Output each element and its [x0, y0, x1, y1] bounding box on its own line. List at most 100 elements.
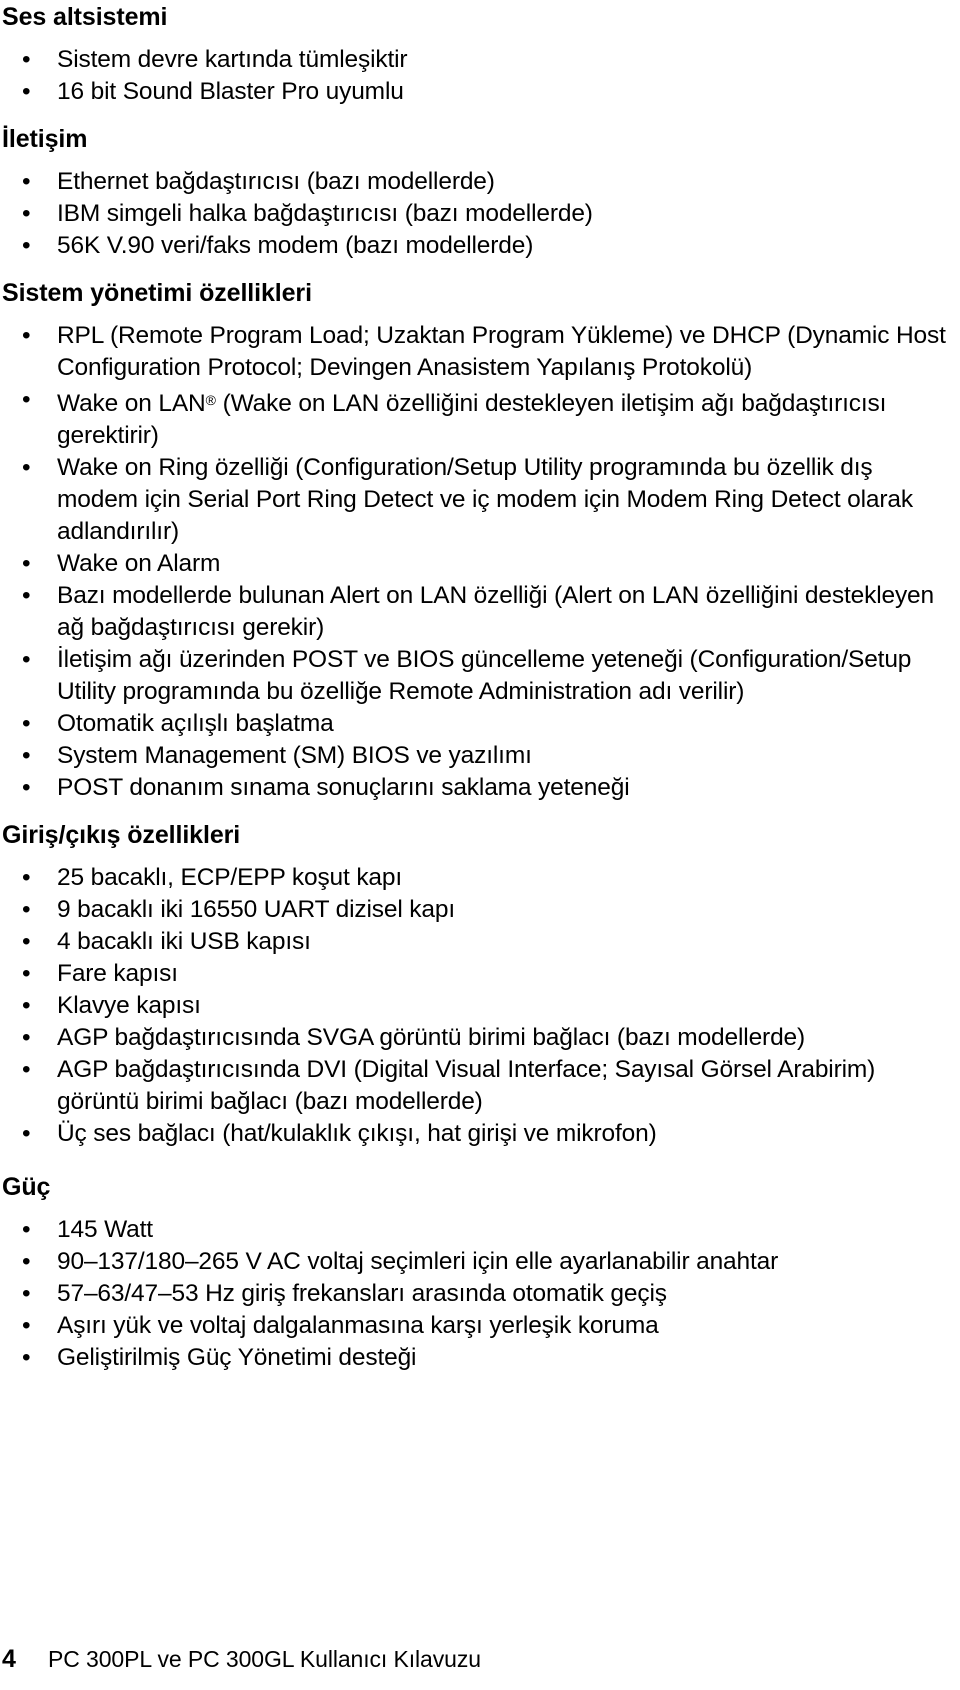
- list-item-text: Wake on LAN® (Wake on LAN özelliğini des…: [57, 390, 887, 449]
- list-item-text: AGP bağdaştırıcısında SVGA görüntü birim…: [57, 1024, 806, 1051]
- list-item-text: Klavye kapısı: [57, 992, 201, 1019]
- bullet-list-system-management: • RPL (Remote Program Load; Uzaktan Prog…: [2, 320, 952, 804]
- bullet-list-communications: • Ethernet bağdaştırıcısı (bazı modeller…: [2, 166, 952, 262]
- bullet-icon: •: [22, 646, 31, 673]
- list-item: • 57–63/47–53 Hz giriş frekansları arası…: [2, 1278, 952, 1310]
- list-item-text: 16 bit Sound Blaster Pro uyumlu: [57, 78, 404, 105]
- document-page: Ses altsistemi • Sistem devre kartında t…: [0, 0, 960, 1690]
- list-item: • 4 bacaklı iki USB kapısı: [2, 926, 952, 958]
- bullet-icon: •: [22, 454, 31, 481]
- list-item-text: Otomatik açılışlı başlatma: [57, 710, 334, 737]
- section-heading-io: Giriş/çıkış özellikleri: [2, 821, 241, 849]
- list-item-text: Ethernet bağdaştırıcısı (bazı modellerde…: [57, 168, 495, 195]
- list-item-text: 25 bacaklı, ECP/EPP koşut kapı: [57, 864, 403, 891]
- section-heading-communications: İletişim: [2, 125, 88, 153]
- list-item-text: Bazı modellerde bulunan Alert on LAN öze…: [57, 582, 935, 641]
- list-item-text: Fare kapısı: [57, 960, 178, 987]
- list-item: • RPL (Remote Program Load; Uzaktan Prog…: [2, 320, 952, 384]
- bullet-icon: •: [22, 78, 31, 105]
- bullet-icon: •: [22, 322, 31, 349]
- bullet-icon: •: [22, 1248, 31, 1275]
- list-item: • Ethernet bağdaştırıcısı (bazı modeller…: [2, 166, 952, 198]
- list-item: • 9 bacaklı iki 16550 UART dizisel kapı: [2, 894, 952, 926]
- list-item: • Geliştirilmiş Güç Yönetimi desteği: [2, 1342, 952, 1374]
- list-item: • System Management (SM) BIOS ve yazılım…: [2, 740, 952, 772]
- section-heading-audio: Ses altsistemi: [2, 3, 168, 31]
- list-item: • POST donanım sınama sonuçlarını saklam…: [2, 772, 952, 804]
- list-item: • AGP bağdaştırıcısında DVI (Digital Vis…: [2, 1054, 952, 1118]
- bullet-icon: •: [22, 774, 31, 801]
- bullet-icon: •: [22, 582, 31, 609]
- list-item: • 25 bacaklı, ECP/EPP koşut kapı: [2, 862, 952, 894]
- list-item: • AGP bağdaştırıcısında SVGA görüntü bir…: [2, 1022, 952, 1054]
- list-item-text: Üç ses bağlacı (hat/kulaklık çıkışı, hat…: [57, 1120, 657, 1147]
- list-item: • Bazı modellerde bulunan Alert on LAN ö…: [2, 580, 952, 644]
- list-item: • Otomatik açılışlı başlatma: [2, 708, 952, 740]
- list-item-text: Wake on Alarm: [57, 550, 221, 577]
- bullet-icon: •: [22, 46, 31, 73]
- bullet-list-io: • 25 bacaklı, ECP/EPP koşut kapı • 9 bac…: [2, 862, 952, 1150]
- list-item-text: İletişim ağı üzerinden POST ve BIOS günc…: [57, 646, 912, 705]
- bullet-icon: •: [22, 1312, 31, 1339]
- list-item-text: AGP bağdaştırıcısında DVI (Digital Visua…: [57, 1056, 876, 1115]
- list-item-text: Geliştirilmiş Güç Yönetimi desteği: [57, 1344, 417, 1371]
- bullet-icon: •: [22, 1056, 31, 1083]
- bullet-icon: •: [22, 200, 31, 227]
- bullet-icon: •: [22, 168, 31, 195]
- list-item: • Fare kapısı: [2, 958, 952, 990]
- bullet-icon: •: [22, 742, 31, 769]
- bullet-list-power: • 145 Watt • 90–137/180–265 V AC voltaj …: [2, 1214, 952, 1374]
- list-item: • Sistem devre kartında tümleşiktir: [2, 44, 952, 76]
- list-item: • 145 Watt: [2, 1214, 952, 1246]
- bullet-list-audio: • Sistem devre kartında tümleşiktir • 16…: [2, 44, 952, 108]
- page-number: 4: [2, 1645, 16, 1673]
- section-heading-system-management: Sistem yönetimi özellikleri: [2, 279, 312, 307]
- list-item-text: IBM simgeli halka bağdaştırıcısı (bazı m…: [57, 200, 593, 227]
- bullet-icon: •: [22, 550, 31, 577]
- list-item: • 90–137/180–265 V AC voltaj seçimleri i…: [2, 1246, 952, 1278]
- list-item: • IBM simgeli halka bağdaştırıcısı (bazı…: [2, 198, 952, 230]
- list-item: • İletişim ağı üzerinden POST ve BIOS gü…: [2, 644, 952, 708]
- list-item: • Üç ses bağlacı (hat/kulaklık çıkışı, h…: [2, 1118, 952, 1150]
- list-item-text: 56K V.90 veri/faks modem (bazı modellerd…: [57, 232, 534, 259]
- list-item: • Wake on Ring özelliği (Configuration/S…: [2, 452, 952, 548]
- list-item-text: 90–137/180–265 V AC voltaj seçimleri içi…: [57, 1248, 779, 1275]
- list-item-text: Aşırı yük ve voltaj dalgalanmasına karşı…: [57, 1312, 659, 1339]
- bullet-icon: •: [22, 1120, 31, 1147]
- registered-trademark-icon: ®: [205, 392, 216, 408]
- list-item: • Klavye kapısı: [2, 990, 952, 1022]
- list-item-text: 57–63/47–53 Hz giriş frekansları arasınd…: [57, 1280, 667, 1307]
- list-item-text: Wake on Ring özelliği (Configuration/Set…: [57, 454, 913, 545]
- bullet-icon: •: [22, 232, 31, 259]
- bullet-icon: •: [22, 1024, 31, 1051]
- list-item-text: 9 bacaklı iki 16550 UART dizisel kapı: [57, 896, 456, 923]
- section-heading-power: Güç: [2, 1173, 51, 1201]
- footer-title: PC 300PL ve PC 300GL Kullanıcı Kılavuzu: [48, 1646, 481, 1672]
- bullet-icon: •: [22, 386, 31, 413]
- list-item-text: RPL (Remote Program Load; Uzaktan Progra…: [57, 322, 946, 381]
- list-item: • 56K V.90 veri/faks modem (bazı modelle…: [2, 230, 952, 262]
- list-item: • Wake on LAN® (Wake on LAN özelliğini d…: [2, 384, 952, 452]
- page-content: Ses altsistemi • Sistem devre kartında t…: [2, 2, 952, 1374]
- bullet-icon: •: [22, 992, 31, 1019]
- list-item: • 16 bit Sound Blaster Pro uyumlu: [2, 76, 952, 108]
- bullet-icon: •: [22, 710, 31, 737]
- list-item-text: 145 Watt: [57, 1216, 153, 1243]
- bullet-icon: •: [22, 864, 31, 891]
- bullet-icon: •: [22, 960, 31, 987]
- page-footer: 4 PC 300PL ve PC 300GL Kullanıcı Kılavuz…: [2, 1644, 952, 1674]
- bullet-icon: •: [22, 1344, 31, 1371]
- list-item-text: POST donanım sınama sonuçlarını saklama …: [57, 774, 630, 801]
- list-item: • Aşırı yük ve voltaj dalgalanmasına kar…: [2, 1310, 952, 1342]
- bullet-icon: •: [22, 896, 31, 923]
- bullet-icon: •: [22, 928, 31, 955]
